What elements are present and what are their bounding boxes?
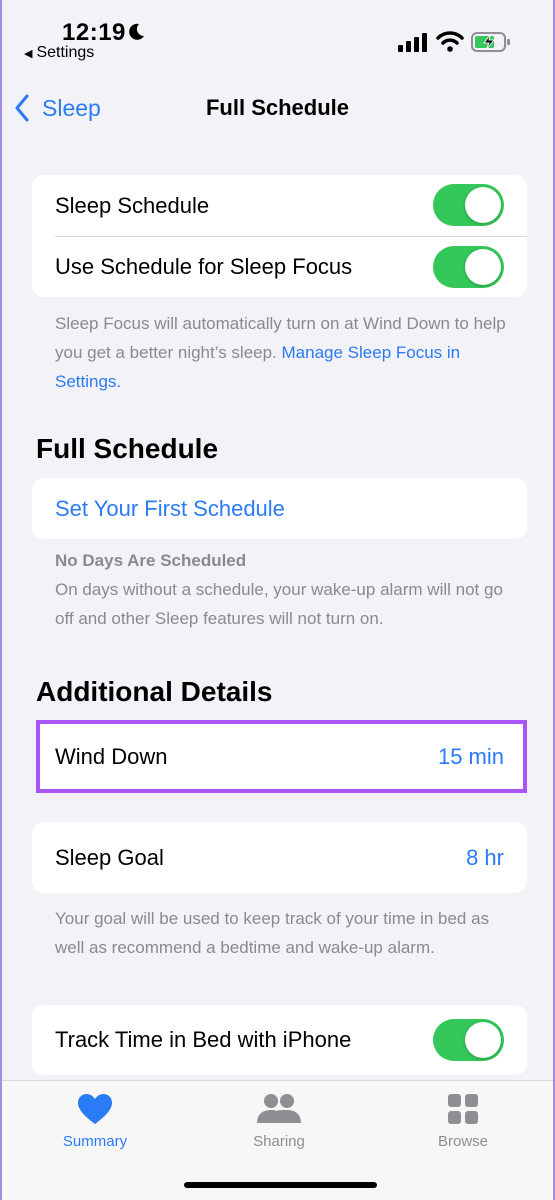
back-triangle-icon: ◀ bbox=[24, 48, 33, 60]
sleep-focus-card: Sleep Schedule Use Schedule for Sleep Fo… bbox=[32, 175, 527, 297]
track-time-card: Track Time in Bed with iPhone bbox=[32, 1005, 527, 1075]
battery-charging-icon bbox=[471, 32, 510, 52]
sleep-goal-row[interactable]: Sleep Goal 8 hr bbox=[32, 822, 527, 893]
sleep-goal-label: Sleep Goal bbox=[55, 844, 164, 870]
track-time-label: Track Time in Bed with iPhone bbox=[55, 1027, 352, 1052]
no-days-note: No Days Are Scheduled On days without a … bbox=[55, 546, 510, 633]
grid-icon bbox=[398, 1093, 528, 1127]
sleep-goal-card: Sleep Goal 8 hr bbox=[32, 822, 527, 893]
toggle-knob bbox=[465, 187, 501, 223]
toggle-knob bbox=[465, 249, 501, 285]
no-days-text: On days without a schedule, your wake-up… bbox=[55, 580, 503, 628]
tab-sharing-label: Sharing bbox=[253, 1133, 305, 1150]
sleep-schedule-toggle[interactable] bbox=[433, 184, 504, 226]
wifi-icon bbox=[436, 31, 464, 52]
toggle-knob bbox=[465, 1022, 501, 1058]
set-first-schedule-card: Set Your First Schedule bbox=[32, 478, 527, 539]
sleep-schedule-label: Sleep Schedule bbox=[55, 192, 210, 218]
back-app-label: Settings bbox=[36, 44, 95, 61]
set-first-schedule-button[interactable]: Set Your First Schedule bbox=[32, 478, 527, 539]
tab-summary-label: Summary bbox=[62, 1133, 128, 1150]
sleep-goal-footnote: Your goal will be used to keep track of … bbox=[55, 909, 490, 957]
track-time-row: Track Time in Bed with iPhone bbox=[32, 1005, 527, 1075]
heart-icon bbox=[30, 1093, 160, 1127]
sleep-schedule-row: Sleep Schedule bbox=[32, 175, 527, 236]
sleep-focus-footnote: Sleep Focus will automatically turn on a… bbox=[55, 309, 510, 396]
signal-icon bbox=[398, 33, 427, 52]
highlight-box bbox=[36, 720, 527, 793]
home-indicator[interactable] bbox=[184, 1182, 377, 1188]
status-time: 12:19 bbox=[62, 19, 126, 46]
moon-icon bbox=[129, 23, 144, 40]
no-days-title: No Days Are Scheduled bbox=[55, 551, 247, 570]
back-to-app-link[interactable]: ◀ Settings bbox=[24, 44, 94, 62]
tab-browse-label: Browse bbox=[437, 1133, 489, 1150]
screen: 12:19 ◀ Settings Sleep Full Schedule Slee… bbox=[0, 0, 555, 1200]
page-title: Full Schedule bbox=[205, 95, 350, 120]
use-schedule-toggle[interactable] bbox=[433, 246, 504, 288]
additional-details-header: Additional Details bbox=[36, 676, 273, 707]
set-first-schedule-label: Set Your First Schedule bbox=[55, 495, 285, 521]
use-schedule-row: Use Schedule for Sleep Focus bbox=[32, 237, 527, 297]
people-icon bbox=[214, 1093, 344, 1127]
sleep-goal-value: 8 hr bbox=[466, 844, 504, 870]
use-schedule-label: Use Schedule for Sleep Focus bbox=[55, 254, 353, 279]
track-time-toggle[interactable] bbox=[433, 1019, 504, 1061]
full-schedule-header: Full Schedule bbox=[36, 433, 219, 464]
